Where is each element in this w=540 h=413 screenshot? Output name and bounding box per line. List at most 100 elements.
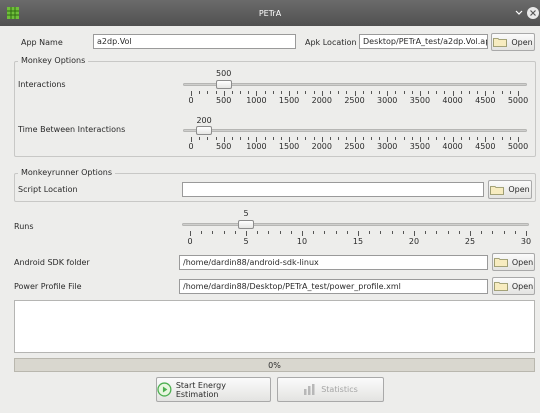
time-between-interactions-tick-label: 4000 [442, 142, 463, 151]
runs-tick [212, 231, 214, 234]
time-between-interactions-tick [493, 137, 495, 140]
interactions-label: Interactions [18, 80, 66, 89]
runs-ticks [190, 231, 527, 236]
time-between-interactions-tick [240, 137, 242, 140]
time-between-interactions-tick [444, 137, 446, 140]
folder-icon [490, 185, 505, 195]
time-between-interactions-tick [509, 137, 511, 140]
time-between-interactions-tick [338, 137, 340, 140]
runs-tick [447, 231, 449, 234]
time-between-interactions-tick [199, 137, 201, 140]
runs-tick [391, 231, 393, 234]
runs-tick [503, 231, 505, 234]
time-between-interactions-tick [362, 137, 364, 140]
time-between-interactions-tick [428, 137, 430, 140]
interactions-tick [207, 91, 209, 94]
time-between-interactions-ticks [191, 137, 519, 142]
minimize-button[interactable] [513, 7, 525, 19]
close-icon [530, 10, 536, 16]
time-between-interactions-tick-label: 5000 [507, 142, 529, 151]
runs-tick [425, 231, 427, 234]
interactions-tick [460, 91, 462, 94]
interactions-tick [313, 91, 315, 94]
time-between-interactions-tick [460, 137, 462, 140]
folder-icon [493, 258, 508, 267]
script-open-button[interactable]: Open [488, 180, 532, 199]
time-between-interactions-slider-handle[interactable] [196, 126, 213, 135]
app-name-label: App Name [21, 38, 63, 47]
runs-tick-label: 10 [296, 237, 308, 246]
start-energy-estimation-button[interactable]: Start Energy Estimation [156, 377, 271, 402]
interactions-slider-track[interactable] [183, 83, 527, 86]
interactions-value: 500 [216, 69, 232, 78]
interactions-tick [199, 91, 201, 94]
log-output-area[interactable] [14, 300, 535, 353]
time-between-interactions-tick [403, 137, 405, 140]
runs-tick [223, 231, 225, 234]
power-profile-open-label: Open [511, 281, 534, 291]
sdk-folder-input[interactable]: /home/dardin88/android-sdk-linux [179, 255, 488, 270]
time-between-interactions-tick [395, 137, 397, 140]
interactions-tick [379, 91, 381, 94]
time-between-interactions-tick [231, 137, 233, 140]
sdk-open-label: Open [511, 257, 534, 267]
play-icon [157, 382, 172, 397]
time-between-interactions-tick [329, 137, 331, 140]
runs-slider-track[interactable] [182, 223, 529, 226]
sdk-open-button[interactable]: Open [492, 253, 535, 271]
interactions-tick [403, 91, 405, 94]
apk-open-button[interactable]: Open [491, 33, 535, 51]
script-location-input[interactable] [182, 182, 484, 197]
interactions-tick [428, 91, 430, 94]
runs-tick [481, 231, 483, 234]
interactions-tick [240, 91, 242, 94]
time-between-interactions-tick [346, 137, 348, 140]
runs-tick [526, 231, 527, 236]
interactions-tick [272, 91, 274, 94]
interactions-tick-labels: 0 500 1000 1500 2000 2500 3000 3500 4000 4500 5000 [188, 96, 528, 106]
interactions-tick-label: 4500 [475, 96, 496, 105]
runs-tick [380, 231, 382, 234]
runs-tick [470, 231, 471, 236]
app-name-input[interactable]: a2dp.Vol [93, 34, 296, 49]
interactions-tick [297, 91, 299, 94]
chevron-down-icon [515, 10, 523, 15]
runs-tick [458, 231, 460, 234]
monkeyrunner-options-title: Monkeyrunner Options [18, 168, 115, 177]
bar-chart-icon [304, 384, 315, 395]
statistics-button[interactable]: Statistics [277, 377, 384, 402]
time-between-interactions-slider-track[interactable] [183, 129, 527, 132]
time-between-interactions-tick-label: 1500 [278, 142, 300, 151]
statistics-label: Statistics [321, 385, 358, 394]
interactions-tick [215, 91, 217, 94]
runs-slider-handle[interactable] [238, 220, 254, 229]
power-profile-open-button[interactable]: Open [492, 277, 535, 295]
interactions-ticks [191, 91, 519, 96]
interactions-tick-label: 4000 [442, 96, 463, 105]
interactions-tick [436, 91, 438, 94]
time-between-interactions-tick-label: 0 [188, 142, 194, 151]
interactions-tick-label: 500 [216, 96, 232, 105]
time-between-interactions-tick [313, 137, 315, 140]
interactions-tick-label: 3500 [409, 96, 431, 105]
progress-text: 0% [268, 360, 281, 370]
close-window-button[interactable] [527, 7, 539, 19]
time-between-interactions-tick [501, 137, 503, 140]
interactions-slider-handle[interactable] [215, 80, 232, 89]
window-title: PETrA [258, 8, 282, 18]
apk-location-input[interactable]: Desktop/PETrA_test/a2dp.Vol.apk [359, 34, 488, 49]
time-between-interactions-tick [272, 137, 274, 140]
folder-icon [493, 282, 508, 291]
runs-tick [268, 231, 270, 234]
time-between-interactions-tick-label: 4500 [475, 142, 496, 151]
interactions-tick [329, 91, 331, 94]
interactions-tick [362, 91, 364, 94]
power-profile-input[interactable]: /home/dardin88/Desktop/PETrA_test/power_… [179, 279, 488, 294]
interactions-tick [264, 91, 266, 94]
time-between-interactions-tick [370, 137, 372, 140]
script-open-label: Open [508, 185, 530, 194]
time-between-interactions-tick [468, 137, 470, 140]
interactions-tick [338, 91, 340, 94]
runs-tick-label: 5 [243, 237, 249, 246]
interactions-tick [248, 91, 250, 94]
